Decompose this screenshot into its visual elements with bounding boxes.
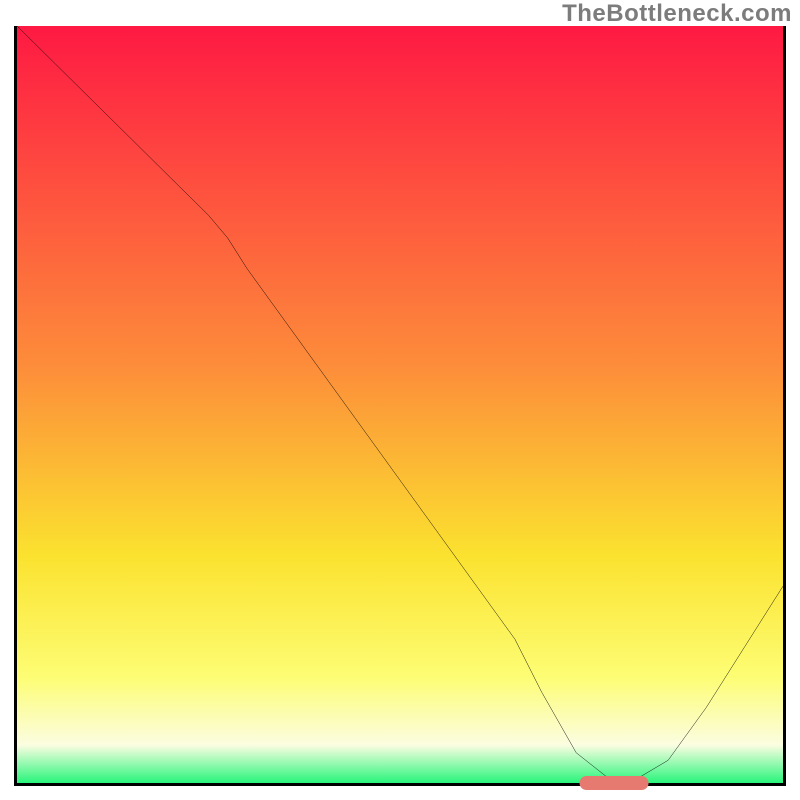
chart-frame: TheBottleneck.com [0, 0, 800, 800]
plot-area [14, 26, 786, 786]
watermark-text: TheBottleneck.com [562, 0, 792, 28]
optimum-marker [580, 776, 649, 790]
gradient-background [17, 26, 783, 783]
